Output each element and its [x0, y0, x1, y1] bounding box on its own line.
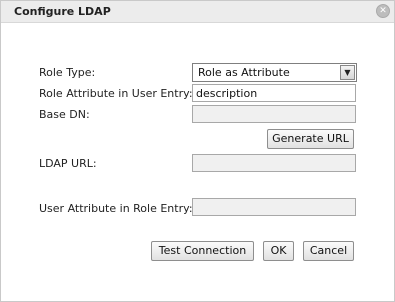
base-dn-field[interactable] [192, 105, 356, 123]
role-type-label: Role Type: [39, 66, 96, 79]
role-attribute-input[interactable] [193, 85, 355, 101]
ldap-url-label: LDAP URL: [39, 157, 97, 170]
dialog-title: Configure LDAP [14, 5, 111, 18]
user-attribute-label: User Attribute in Role Entry: [39, 202, 193, 215]
role-type-value: Role as Attribute [198, 66, 290, 79]
user-attribute-input[interactable] [193, 199, 355, 215]
base-dn-label: Base DN: [39, 108, 90, 121]
test-connection-button[interactable]: Test Connection [151, 241, 254, 261]
chevron-down-icon[interactable]: ▼ [340, 65, 355, 80]
user-attribute-field[interactable] [192, 198, 356, 216]
close-icon[interactable]: ✕ [376, 4, 390, 18]
cancel-button[interactable]: Cancel [303, 241, 354, 261]
ldap-url-input[interactable] [193, 155, 355, 171]
configure-ldap-dialog: Configure LDAP ✕ Role Type: Role as Attr… [0, 0, 395, 302]
role-attribute-field[interactable] [192, 84, 356, 102]
base-dn-input[interactable] [193, 106, 355, 122]
role-attribute-label: Role Attribute in User Entry: [39, 87, 193, 100]
ldap-url-field[interactable] [192, 154, 356, 172]
role-type-select[interactable]: Role as Attribute ▼ [192, 63, 357, 82]
ok-button[interactable]: OK [263, 241, 294, 261]
generate-url-button[interactable]: Generate URL [267, 129, 354, 149]
dialog-titlebar: Configure LDAP ✕ [1, 1, 394, 23]
